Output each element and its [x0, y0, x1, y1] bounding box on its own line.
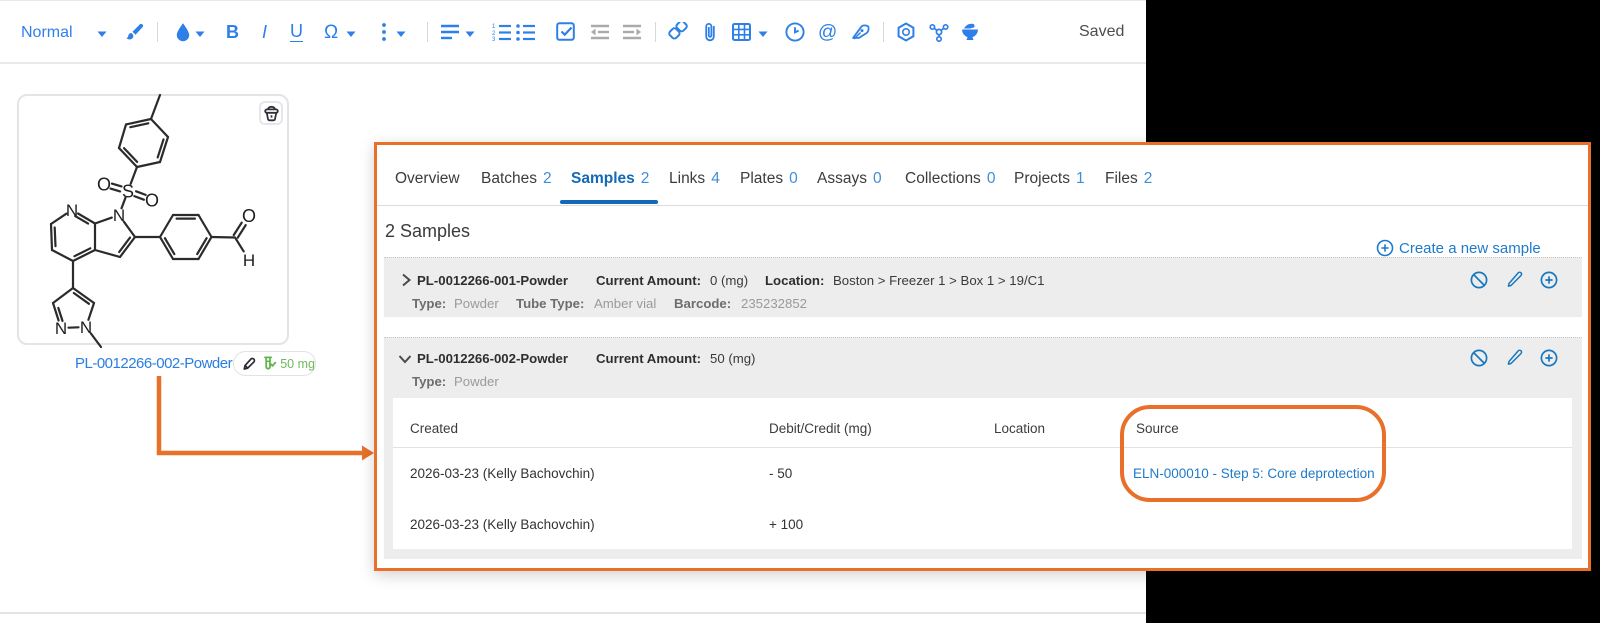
svg-text:O: O [145, 191, 159, 211]
svg-text:N: N [66, 201, 78, 220]
svg-text:N: N [55, 319, 67, 338]
svg-text:S: S [122, 182, 134, 202]
svg-text:O: O [97, 175, 111, 195]
svg-text:H: H [243, 251, 255, 270]
svg-text:1: 1 [492, 24, 496, 30]
svg-text:O: O [242, 206, 256, 226]
svg-text:N: N [113, 206, 125, 225]
svg-text:3: 3 [492, 37, 496, 41]
svg-text:N: N [80, 318, 92, 337]
